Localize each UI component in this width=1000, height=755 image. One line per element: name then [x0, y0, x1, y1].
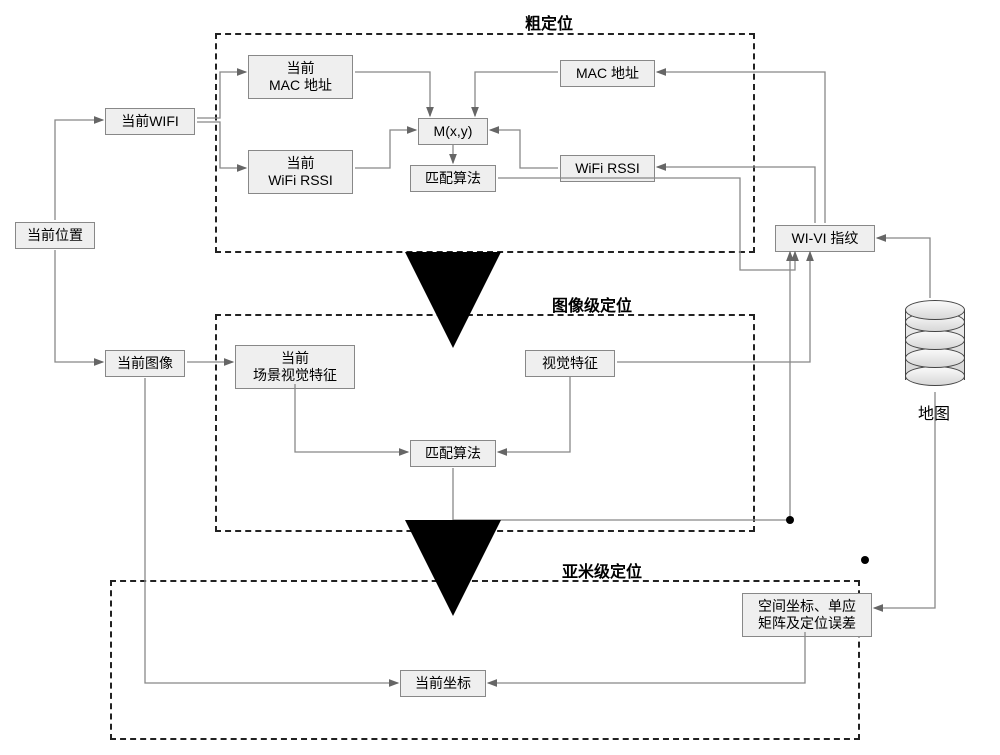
node-match-algo-2: 匹配算法 — [410, 440, 496, 467]
node-curr-rssi: 当前WiFi RSSI — [248, 150, 353, 194]
node-mac-addr: MAC 地址 — [560, 60, 655, 87]
group-label-coarse: 粗定位 — [525, 10, 573, 34]
node-spatial: 空间坐标、单应矩阵及定位误差 — [742, 593, 872, 637]
node-curr-scene-feat: 当前场景视觉特征 — [235, 345, 355, 389]
node-mxy: M(x,y) — [418, 118, 488, 145]
node-match-algo-1: 匹配算法 — [410, 165, 496, 192]
node-current-wifi: 当前WIFI — [105, 108, 195, 135]
group-label-image: 图像级定位 — [552, 292, 632, 316]
node-vis-feat: 视觉特征 — [525, 350, 615, 377]
node-current-pos: 当前位置 — [15, 222, 95, 249]
node-current-coord: 当前坐标 — [400, 670, 486, 697]
node-wivi: WI-VI 指纹 — [775, 225, 875, 252]
node-curr-mac: 当前MAC 地址 — [248, 55, 353, 99]
node-wifi-rssi: WiFi RSSI — [560, 155, 655, 182]
node-current-image: 当前图像 — [105, 350, 185, 377]
group-label-sub: 亚米级定位 — [562, 558, 642, 582]
map-label: 地图 — [918, 400, 950, 424]
map-database-icon — [905, 300, 965, 390]
